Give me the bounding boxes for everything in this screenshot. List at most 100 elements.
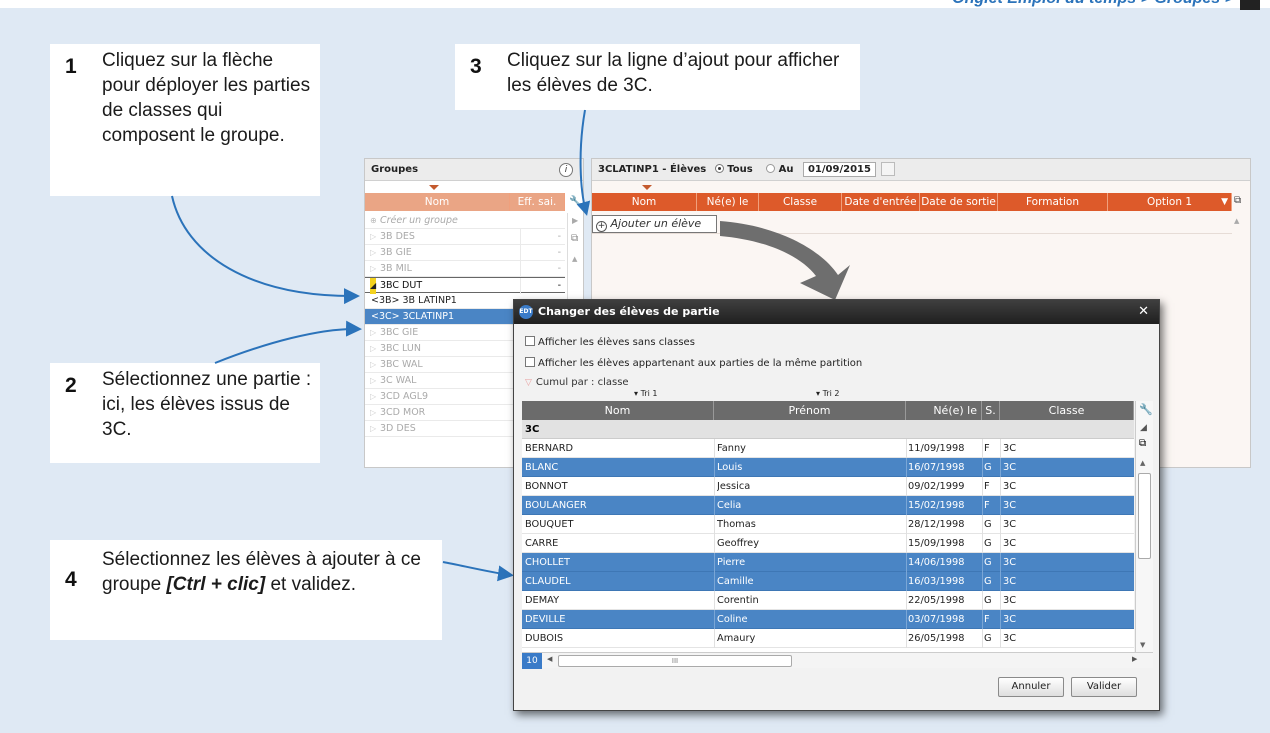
- expand-arrow-icon[interactable]: ▷: [370, 341, 376, 357]
- radio-au[interactable]: [766, 164, 776, 173]
- scroll-up-icon[interactable]: ▲: [1140, 459, 1145, 467]
- group-row[interactable]: ▷ 3B GIE -: [365, 245, 565, 261]
- change-students-dialog: EDT Changer des élèves de partie ✕ Affic…: [513, 299, 1160, 711]
- student-prenom: Camille: [717, 576, 754, 587]
- student-row[interactable]: CLAUDEL Camille 16/03/1998 G 3C: [522, 572, 1134, 591]
- student-row[interactable]: CHOLLET Pierre 14/06/1998 G 3C: [522, 553, 1134, 572]
- grid-col-header[interactable]: Né(e) le: [906, 401, 982, 420]
- create-group-row[interactable]: ⊕ Créer un groupe: [365, 213, 565, 229]
- grid-col-header[interactable]: Classe: [1000, 401, 1134, 420]
- student-nom: DUBOIS: [525, 633, 564, 644]
- callout-number: 2: [65, 374, 77, 397]
- scroll-down-icon[interactable]: ▼: [1140, 641, 1145, 649]
- expand-arrow-icon[interactable]: ▷: [370, 357, 376, 373]
- expand-arrow-icon[interactable]: ▷: [370, 421, 376, 437]
- validate-button[interactable]: Valider: [1071, 677, 1137, 697]
- student-row[interactable]: BLANC Louis 16/07/1998 G 3C: [522, 458, 1134, 477]
- students-col-header[interactable]: Date de sortie: [920, 193, 998, 211]
- grid-col-header[interactable]: S.: [982, 401, 1000, 420]
- expand-arrow-icon[interactable]: ▷: [370, 245, 376, 261]
- student-prenom: Geoffrey: [717, 538, 760, 549]
- student-prenom: Coline: [717, 614, 748, 625]
- expand-arrow-icon[interactable]: ▷: [370, 389, 376, 405]
- corner-icon[interactable]: ◢: [1140, 423, 1147, 433]
- group-row[interactable]: ◢ 3BC DUT -: [365, 277, 565, 294]
- play-icon[interactable]: ▶: [572, 216, 578, 225]
- add-student-row[interactable]: + Ajouter un élève: [592, 215, 717, 233]
- scroll-up-icon[interactable]: ▲: [1234, 217, 1239, 225]
- calendar-button[interactable]: [881, 162, 896, 176]
- cumul-label[interactable]: ▽ Cumul par : classe: [525, 377, 629, 388]
- radio-tous[interactable]: [714, 164, 724, 173]
- callout-4: 4 Sélectionnez les élèves à ajouter à ce…: [50, 540, 442, 640]
- grid-col-header[interactable]: Prénom: [714, 401, 906, 420]
- student-row[interactable]: BOUQUET Thomas 28/12/1998 G 3C: [522, 515, 1134, 534]
- copy-icon[interactable]: ⧉: [571, 233, 578, 244]
- students-col-header[interactable]: Classe: [759, 193, 842, 211]
- scroll-up-icon[interactable]: ▲: [572, 255, 577, 263]
- students-col-header[interactable]: Date d'entrée: [842, 193, 920, 211]
- info-icon[interactable]: i: [559, 163, 573, 177]
- col-nom[interactable]: Nom: [365, 193, 510, 211]
- close-icon[interactable]: ✕: [1138, 300, 1149, 324]
- group-name: 3CD MOR: [380, 407, 426, 418]
- students-col-header[interactable]: Nom: [592, 193, 697, 211]
- wrench-icon[interactable]: 🔧: [1139, 403, 1153, 416]
- group-row[interactable]: 3C: [522, 420, 1134, 439]
- expand-arrow-icon[interactable]: ▷: [370, 325, 376, 341]
- student-classe: 3C: [1003, 633, 1017, 644]
- student-row[interactable]: DEMAY Corentin 22/05/1998 G 3C: [522, 591, 1134, 610]
- student-s: G: [984, 633, 992, 644]
- students-col-header[interactable]: Né(e) le: [697, 193, 759, 211]
- cancel-button[interactable]: Annuler: [998, 677, 1064, 697]
- callout-text: Sélectionnez les élèves à ajouter à ce g…: [102, 549, 421, 595]
- copy-icon[interactable]: ⧉: [1139, 438, 1146, 449]
- students-col-header[interactable]: Option 1: [1108, 193, 1232, 211]
- students-col-header[interactable]: Formation: [998, 193, 1108, 211]
- student-s: F: [984, 500, 990, 511]
- dropdown-arrow-icon[interactable]: ▼: [1221, 193, 1228, 211]
- checkbox-same-partition[interactable]: Afficher les élèves appartenant aux part…: [525, 357, 862, 369]
- student-prenom: Pierre: [717, 557, 746, 568]
- student-row[interactable]: DUBOIS Amaury 26/05/1998 G 3C: [522, 629, 1134, 648]
- group-row[interactable]: ▷ 3B MIL -: [365, 261, 565, 277]
- expand-arrow-icon[interactable]: ▷: [370, 373, 376, 389]
- student-s: G: [984, 557, 992, 568]
- student-row[interactable]: BONNOT Jessica 09/02/1999 F 3C: [522, 477, 1134, 496]
- group-count: -: [520, 245, 565, 261]
- sort-arrow-icon: [429, 185, 439, 190]
- group-name: 3B DES: [380, 231, 415, 242]
- date-field[interactable]: 01/09/2015: [802, 162, 876, 177]
- student-row[interactable]: BERNARD Fanny 11/09/1998 F 3C: [522, 439, 1134, 458]
- student-classe: 3C: [1003, 595, 1017, 606]
- horizontal-scrollbar-thumb[interactable]: III: [558, 655, 792, 667]
- student-row[interactable]: BOULANGER Celia 15/02/1998 F 3C: [522, 496, 1134, 515]
- vertical-scrollbar-thumb[interactable]: [1138, 473, 1151, 559]
- group-count: -: [520, 278, 565, 294]
- checkbox-no-class[interactable]: Afficher les élèves sans classes: [525, 336, 695, 348]
- group-name: 3CD AGL9: [380, 391, 429, 402]
- callout-text: Sélectionnez une partie : ici, les élève…: [102, 369, 312, 440]
- chapter-icon: [1240, 0, 1260, 10]
- student-s: G: [984, 462, 992, 473]
- student-ne: 28/12/1998: [908, 519, 965, 530]
- scroll-left-icon[interactable]: ◀: [547, 655, 552, 663]
- scroll-right-icon[interactable]: ▶: [1132, 655, 1137, 663]
- expand-arrow-icon[interactable]: ▷: [370, 261, 376, 277]
- student-row[interactable]: DEVILLE Coline 03/07/1998 F 3C: [522, 610, 1134, 629]
- group-row[interactable]: ▷ 3B DES -: [365, 229, 565, 245]
- student-row[interactable]: CARRE Geoffrey 15/09/1998 G 3C: [522, 534, 1134, 553]
- expand-arrow-icon[interactable]: ▷: [370, 405, 376, 421]
- student-nom: BONNOT: [525, 481, 568, 492]
- wrench-icon[interactable]: 🔧: [569, 195, 583, 208]
- callout-2: 2 Sélectionnez une partie : ici, les élè…: [50, 363, 320, 463]
- expand-arrow-icon[interactable]: ◢: [370, 278, 377, 294]
- student-prenom: Fanny: [717, 443, 746, 454]
- student-s: G: [984, 538, 992, 549]
- grid-col-header[interactable]: Nom: [522, 401, 714, 420]
- col-eff[interactable]: Eff. sai.: [510, 193, 565, 211]
- student-nom: BLANC: [525, 462, 559, 473]
- group-name: 3BC GIE: [380, 327, 419, 338]
- copy-icon[interactable]: ⧉: [1234, 195, 1241, 206]
- expand-arrow-icon[interactable]: ▷: [370, 229, 376, 245]
